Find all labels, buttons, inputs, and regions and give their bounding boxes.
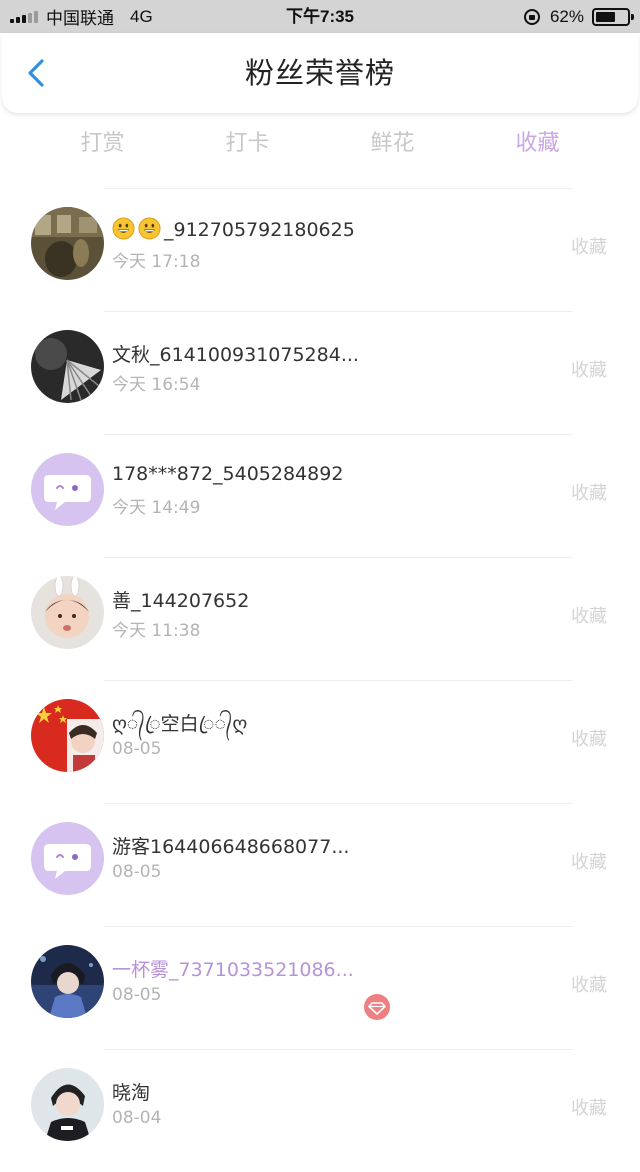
carrier-label: 中国联通 [46, 9, 114, 28]
favorite-action[interactable]: 收藏 [571, 725, 607, 751]
fan-time: 今天 11:38 [112, 621, 201, 641]
default-avatar[interactable] [31, 822, 104, 895]
list-item[interactable]: 善_144207652 今天 11:38 收藏 [0, 557, 640, 680]
back-button[interactable] [20, 55, 56, 91]
fan-name: 晓淘 [112, 1082, 151, 1104]
chevron-left-icon [28, 59, 44, 87]
grinning-face-icon [138, 217, 161, 240]
list-item[interactable]: ღ᭄ꦿ空白ꦿ᭄ღ 08-05 收藏 [0, 680, 640, 803]
grinning-face-icon [112, 217, 135, 240]
tab-flowers[interactable]: 鲜花 [320, 120, 465, 168]
list-item[interactable]: _912705792180625 今天 17:18 收藏 [0, 188, 640, 311]
tab-bar: 打赏 打卡 鲜花 收藏 [30, 120, 610, 168]
tab-reward[interactable]: 打赏 [30, 120, 175, 168]
tab-checkin[interactable]: 打卡 [175, 120, 320, 168]
tab-favorites[interactable]: 收藏 [465, 120, 610, 168]
fan-name: 文秋_614100931075284... [112, 344, 359, 366]
fan-name-text: _912705792180625 [164, 219, 355, 241]
favorite-action[interactable]: 收藏 [571, 479, 607, 505]
fan-list: _912705792180625 今天 17:18 收藏 文秋_61410093… [0, 188, 640, 1172]
fan-time: 今天 17:18 [112, 252, 201, 272]
status-left: 中国联通 4G [10, 0, 153, 33]
battery-icon [592, 7, 634, 26]
favorite-action[interactable]: 收藏 [571, 848, 607, 874]
avatar[interactable] [31, 330, 104, 403]
signal-icon [10, 10, 40, 23]
avatar[interactable] [31, 699, 104, 772]
list-item[interactable]: 文秋_614100931075284... 今天 16:54 收藏 [0, 311, 640, 434]
list-item[interactable]: 178***872_5405284892 今天 14:49 收藏 [0, 434, 640, 557]
fan-name: 178***872_5405284892 [112, 463, 344, 485]
list-item[interactable]: 晓淘 08-04 收藏 [0, 1049, 640, 1172]
list-item[interactable]: 游客164406648668077... 08-05 收藏 [0, 803, 640, 926]
fan-name: _912705792180625 [112, 217, 355, 241]
rotation-lock-icon [523, 8, 540, 25]
network-label: 4G [130, 6, 153, 26]
fan-time: 今天 14:49 [112, 498, 201, 518]
page-title: 粉丝荣誉榜 [244, 56, 395, 90]
avatar[interactable] [31, 1068, 104, 1141]
favorite-action[interactable]: 收藏 [571, 971, 607, 997]
nav-header: 粉丝荣誉榜 [2, 33, 638, 113]
fan-time: 今天 16:54 [112, 375, 201, 395]
avatar[interactable] [31, 576, 104, 649]
favorite-action[interactable]: 收藏 [571, 602, 607, 628]
fan-time: 08-05 [112, 985, 162, 1005]
diamond-icon [368, 1002, 386, 1015]
fan-time: 08-05 [112, 862, 162, 882]
vip-badge [364, 994, 390, 1020]
favorite-action[interactable]: 收藏 [571, 356, 607, 382]
favorite-action[interactable]: 收藏 [571, 1094, 607, 1120]
status-right: 62% [523, 0, 634, 33]
battery-percent: 62% [549, 6, 584, 26]
avatar[interactable] [31, 207, 104, 280]
fan-time: 08-05 [112, 739, 162, 759]
fan-name: 游客164406648668077... [112, 836, 350, 858]
default-avatar[interactable] [31, 453, 104, 526]
status-bar: 中国联通 4G 下午7:35 62% [0, 0, 640, 33]
fan-name: 一杯雾_7371033521086... [112, 959, 354, 981]
list-item[interactable]: 一杯雾_7371033521086... 08-05 收藏 [0, 926, 640, 1049]
avatar[interactable] [31, 945, 104, 1018]
fan-time: 08-04 [112, 1108, 162, 1128]
favorite-action[interactable]: 收藏 [571, 233, 607, 259]
fan-name: 善_144207652 [112, 590, 250, 612]
